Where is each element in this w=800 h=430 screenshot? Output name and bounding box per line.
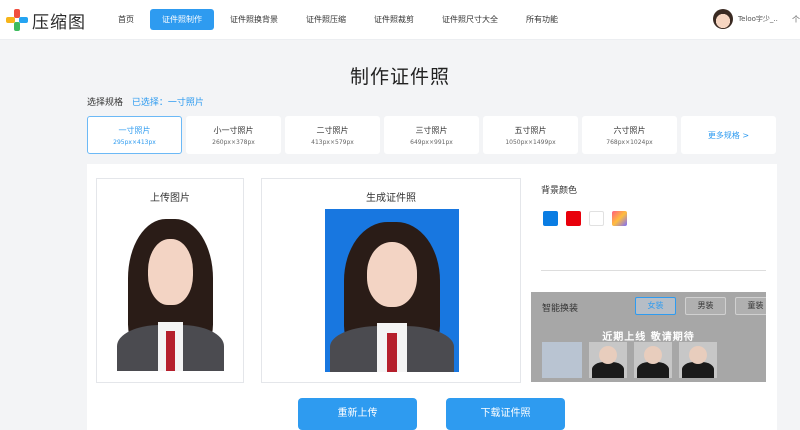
top-header: 压缩图 首页 证件照制作 证件照换背景 证件照压缩 证件照裁剪 证件照尺寸大全 … [0,0,800,40]
size-dims: 1050px×1499px [505,139,556,146]
size-dims: 768px×1024px [606,139,653,146]
outfit-thumb[interactable] [679,342,717,378]
outfit-thumbnails [542,342,724,378]
reupload-button[interactable]: 重新上传 [298,398,417,430]
size-name: 小一寸照片 [213,126,254,135]
outfit-thumb[interactable] [589,342,627,378]
result-title: 生成证件照 [366,193,416,204]
swatch-red[interactable] [566,211,581,226]
user-menu[interactable]: Teloo宇少_.. [713,9,778,29]
background-swatches [543,211,635,226]
nav-item-compress[interactable]: 证件照压缩 [294,9,358,30]
page-title: 制作证件照 [349,66,450,88]
outfit-thumb[interactable] [634,342,672,378]
size-card-two-inch[interactable]: 二寸照片 413px×579px [285,116,380,154]
coming-soon-overlay: 近期上线 敬请期待 [602,332,695,343]
smart-outfit-panel: 智能换装 女装 男装 童装 近期上线 敬请期待 [531,292,766,382]
tab-children[interactable]: 童装 [735,297,766,315]
more-sizes-label: 更多规格 > [707,130,750,140]
nav-item-all-features[interactable]: 所有功能 [514,9,570,30]
size-selector: 一寸照片 295px×413px 小一寸照片 260px×378px 二寸照片 … [87,116,780,154]
size-card-small-one-inch[interactable]: 小一寸照片 260px×378px [186,116,281,154]
username[interactable]: Teloo宇少_.. [738,14,778,24]
size-name: 六寸照片 [613,126,646,135]
spec-selected: 已选择：一寸照片 [131,98,204,108]
spec-label: 选择规格 [87,98,124,108]
swatch-white[interactable] [589,211,604,226]
divider [541,270,766,271]
outfit-thumb[interactable] [542,342,582,378]
nav-item-crop[interactable]: 证件照裁剪 [362,9,426,30]
nav-item-size-list[interactable]: 证件照尺寸大全 [430,9,510,30]
nav-item-home[interactable]: 首页 [106,9,146,30]
nav-item-change-background[interactable]: 证件照换背景 [218,9,290,30]
outfit-tabs: 女装 男装 童装 [635,297,766,315]
size-name: 一寸照片 [118,126,151,135]
site-logo[interactable]: 压缩图 [6,9,86,33]
size-card-five-inch[interactable]: 五寸照片 1050px×1499px [483,116,578,154]
upload-title: 上传图片 [150,193,190,204]
nav-item-id-photo[interactable]: 证件照制作 [150,9,214,30]
size-dims: 649px×991px [410,139,453,146]
size-dims: 413px×579px [311,139,354,146]
logo-mark-icon [6,9,28,31]
swatch-blue[interactable] [543,211,558,226]
result-preview: 生成证件照 [261,178,521,383]
size-name: 二寸照片 [316,126,349,135]
background-color-label: 背景颜色 [541,186,578,196]
avatar[interactable] [713,9,733,29]
size-card-six-inch[interactable]: 六寸照片 768px×1024px [582,116,677,154]
size-dims: 260px×378px [212,139,255,146]
main-nav: 首页 证件照制作 证件照换背景 证件照压缩 证件照裁剪 证件照尺寸大全 所有功能 [106,9,574,30]
download-button[interactable]: 下载证件照 [446,398,565,430]
size-name: 三寸照片 [415,126,448,135]
more-sizes-button[interactable]: 更多规格 > [681,116,776,154]
size-name: 五寸照片 [514,126,547,135]
header-more[interactable]: 个 [792,14,800,25]
outfit-title: 智能换装 [542,304,579,314]
logo-text: 压缩图 [32,12,86,33]
size-card-three-inch[interactable]: 三寸照片 649px×991px [384,116,479,154]
generated-id-photo [325,209,459,372]
uploaded-photo [112,206,229,371]
upload-preview[interactable]: 上传图片 [96,178,244,383]
spec-row: 选择规格 已选择：一寸照片 [87,95,204,108]
tab-men[interactable]: 男装 [685,297,726,315]
swatch-custom-color[interactable] [612,211,627,226]
size-card-one-inch[interactable]: 一寸照片 295px×413px [87,116,182,154]
size-dims: 295px×413px [113,139,156,146]
tab-women[interactable]: 女装 [635,297,676,315]
